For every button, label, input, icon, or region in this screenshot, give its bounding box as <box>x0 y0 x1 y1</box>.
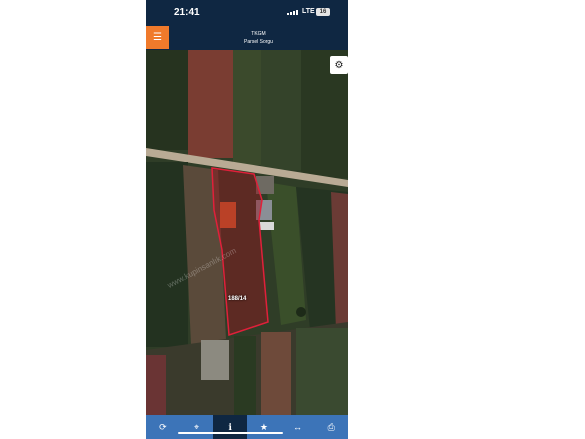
favorites-tab[interactable]: ★ <box>247 415 281 439</box>
app-header: ☰ TKGM Parsel Sorgu <box>146 26 348 50</box>
star-icon: ★ <box>259 421 268 432</box>
signal-icon <box>287 10 298 15</box>
satellite-map[interactable]: www.kupinsanlık.com 188/14 <box>146 50 348 415</box>
settings-button[interactable]: ⚙ <box>330 56 348 74</box>
phone-screen: 21:41 LTE 16 ☰ TKGM Parsel Sorgu www.kup… <box>146 0 348 439</box>
battery-icon: 16 <box>316 8 330 16</box>
page-subtitle: Parsel Sorgu <box>244 39 273 45</box>
locate-icon: ⌖ <box>193 421 200 432</box>
map-imagery <box>146 50 348 415</box>
locate-tab[interactable]: ⌖ <box>180 415 214 439</box>
page-title: TKGM <box>251 31 266 37</box>
measure-tab[interactable]: ↔ <box>281 415 315 439</box>
print-icon: ⎙ <box>327 421 335 432</box>
status-time: 21:41 <box>174 7 200 18</box>
bottom-toolbar: ⟳ ⌖ ℹ ★ ↔ ⎙ <box>146 415 348 439</box>
print-tab[interactable]: ⎙ <box>314 415 348 439</box>
refresh-tab[interactable]: ⟳ <box>146 415 180 439</box>
network-type: LTE <box>302 8 315 15</box>
info-tab[interactable]: ℹ <box>178 415 283 439</box>
menu-icon: ☰ <box>153 32 162 43</box>
parcel-label: 188/14 <box>228 296 247 302</box>
measure-icon: ↔ <box>293 422 303 432</box>
info-icon: ℹ <box>228 421 232 432</box>
gear-icon: ⚙ <box>334 59 344 71</box>
status-bar: 21:41 LTE 16 <box>146 0 348 26</box>
menu-button[interactable]: ☰ <box>146 26 169 49</box>
refresh-icon: ⟳ <box>159 421 167 432</box>
